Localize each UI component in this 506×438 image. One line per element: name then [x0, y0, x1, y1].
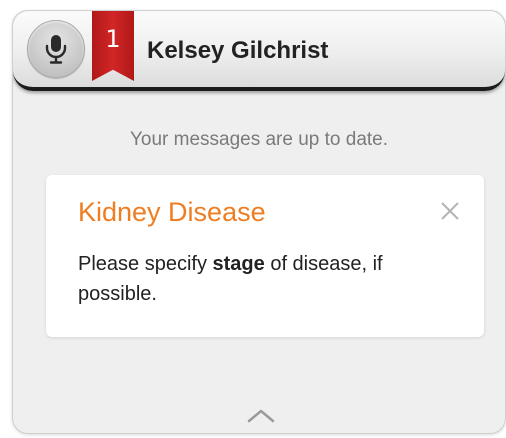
- panel-header: 1 Kelsey Gilchrist: [13, 11, 505, 91]
- message-title: Kidney Disease: [78, 197, 266, 227]
- notification-ribbon-badge: 1: [92, 11, 134, 81]
- status-message: Your messages are up to date.: [129, 129, 389, 150]
- close-icon[interactable]: [438, 199, 462, 223]
- message-card: Kidney Disease Please specify stage of d…: [46, 175, 484, 337]
- message-body-emphasis: stage: [212, 253, 265, 275]
- message-body-start: Please specify: [78, 253, 213, 275]
- chevron-up-icon[interactable]: [245, 405, 277, 425]
- microphone-button[interactable]: [27, 20, 85, 78]
- chat-panel: 1 Kelsey Gilchrist Your messages are up …: [12, 10, 506, 434]
- badge-count: 1: [105, 25, 121, 53]
- contact-name[interactable]: Kelsey Gilchrist: [147, 37, 328, 65]
- microphone-icon: [45, 35, 67, 64]
- message-body: Please specify stage of disease, if poss…: [78, 249, 458, 309]
